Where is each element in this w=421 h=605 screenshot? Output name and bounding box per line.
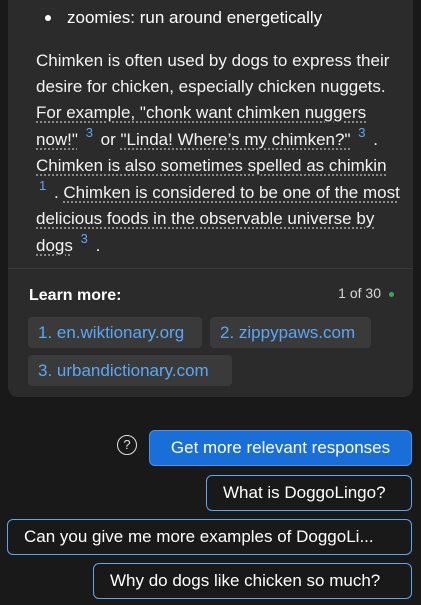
source-link-1[interactable]: 1. en.wiktionary.org [28,317,202,348]
suggestion-button[interactable]: Can you give me more examples of DoggoLi… [7,519,412,555]
learn-more-label: Learn more: [29,287,122,304]
citation-marker[interactable]: 3 [355,126,368,139]
cited-text[interactable]: "Linda! Where’s my chimken?" [120,130,350,149]
answer-text: or [95,130,121,149]
answer-text: . [90,236,101,255]
citation-marker[interactable]: 3 [83,126,96,139]
response-count: 1 of 30 [338,285,381,301]
bullet-dot [45,15,51,21]
answer-text: . [49,183,64,202]
suggestion-button[interactable]: Why do dogs like chicken so much? [93,563,412,599]
cited-text[interactable]: Chimken is also sometimes spelled as chi… [36,156,387,175]
answer-paragraph: Chimken is often used by dogs to express… [36,48,404,259]
source-link-2[interactable]: 2. zippypaws.com [210,317,371,348]
get-more-relevant-responses-button[interactable]: Get more relevant responses [149,430,412,466]
answer-card: zoomies: run around energetically Chimke… [8,0,413,397]
status-dot-icon [389,292,394,297]
citation-marker[interactable]: 3 [78,232,91,245]
suggestion-button[interactable]: What is DoggoLingo? [206,475,412,511]
divider [8,268,413,269]
answer-text: Chimken is often used by dogs to express… [36,51,390,96]
citation-marker[interactable]: 1 [36,179,49,192]
help-icon[interactable]: ? [117,435,137,455]
source-link-3[interactable]: 3. urbandictionary.com [28,355,232,386]
answer-text: . [368,130,378,149]
bullet-text: zoomies: run around energetically [67,8,323,27]
